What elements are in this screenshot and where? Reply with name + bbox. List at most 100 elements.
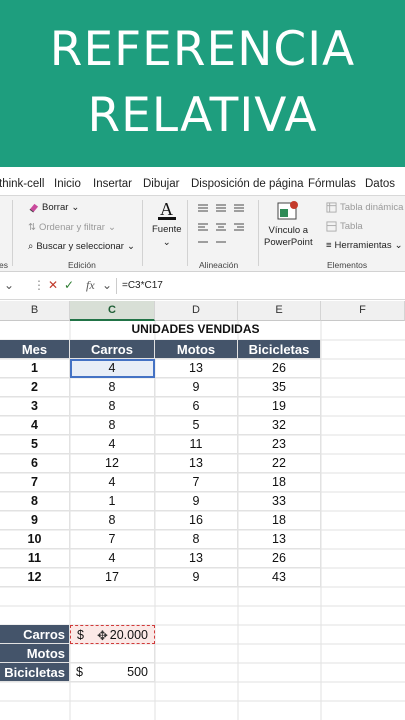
group-label-edicion: Edición (68, 260, 96, 270)
header-mes[interactable]: Mes (0, 340, 70, 359)
table-cell[interactable]: 17 (70, 568, 155, 587)
table-cell[interactable]: 33 (238, 492, 321, 511)
table-cell[interactable]: 23 (238, 435, 321, 454)
ordenar-filtrar-button[interactable]: ⇅ Ordenar y filtrar ⌄ (28, 222, 116, 233)
table-cell[interactable]: 8 (70, 397, 155, 416)
borrar-label: Borrar (42, 202, 69, 213)
table-cell[interactable]: 26 (238, 359, 321, 378)
header-motos[interactable]: Motos (155, 340, 238, 359)
cancel-icon[interactable]: ✕ (48, 278, 58, 292)
copy-source-cell[interactable]: $ ✥ 20.000 (70, 625, 155, 644)
borrar-button[interactable]: Borrar ⌄ (28, 202, 79, 213)
column-header-b[interactable]: B (0, 301, 70, 321)
row-month[interactable]: 4 (0, 416, 70, 435)
table-cell[interactable]: 13 (155, 454, 238, 473)
vinculo-powerpoint-button[interactable]: Vínculo a PowerPoint (264, 200, 313, 248)
table-cell[interactable]: 26 (238, 549, 321, 568)
table-cell[interactable]: 4 (70, 473, 155, 492)
summary-cell-motos[interactable] (70, 644, 155, 663)
summary-label-motos[interactable]: Motos (0, 644, 70, 663)
table-cell[interactable]: 7 (155, 473, 238, 492)
more-options-icon[interactable]: ⋮ (33, 278, 45, 292)
summary-label-bicicletas[interactable]: Bicicletas (0, 663, 70, 682)
powerpoint-link-icon (277, 201, 299, 220)
column-header-d[interactable]: D (155, 301, 238, 321)
spreadsheet-grid: UNIDADES VENDIDAS Mes Carros Motos Bicic… (0, 321, 405, 720)
row-month[interactable]: 9 (0, 511, 70, 530)
chevron-down-icon[interactable]: ⌄ (4, 278, 14, 292)
table-cell[interactable]: 19 (238, 397, 321, 416)
tab-think-cell[interactable]: think-cell (0, 178, 44, 190)
table-cell[interactable]: 8 (155, 530, 238, 549)
table-cell[interactable]: 18 (238, 473, 321, 492)
column-header-f[interactable]: F (321, 301, 405, 321)
buscar-seleccionar-button[interactable]: ⌕ Buscar y seleccionar ⌄ (28, 241, 135, 252)
table-cell[interactable]: 12 (70, 454, 155, 473)
table-cell[interactable]: 8 (70, 416, 155, 435)
summary-cell-bicicletas[interactable]: $ 500 (70, 663, 155, 682)
table-cell[interactable]: 11 (155, 435, 238, 454)
banner-title-line-1: REFERENCIA (49, 22, 356, 77)
ribbon-separator (187, 200, 188, 266)
row-month[interactable]: 1 (0, 359, 70, 378)
table-cell[interactable]: 32 (238, 416, 321, 435)
summary-value-bicicletas: 500 (127, 665, 148, 679)
formula-input[interactable]: =C3*C17 (122, 280, 163, 291)
confirm-icon[interactable]: ✓ (64, 278, 74, 292)
table-cell[interactable]: 1 (70, 492, 155, 511)
table-cell[interactable]: 13 (238, 530, 321, 549)
formula-bar: ⌄ ⋮ ✕ ✓ fx ⌄ =C3*C17 (0, 273, 405, 300)
chevron-down-icon[interactable]: ⌄ (102, 278, 112, 292)
chevron-down-icon: ⌄ (162, 237, 171, 248)
row-month[interactable]: 6 (0, 454, 70, 473)
table-cell[interactable]: 9 (155, 568, 238, 587)
column-header-c[interactable]: C (70, 301, 155, 321)
table-cell[interactable]: 22 (238, 454, 321, 473)
group-label-elementos: Elementos (327, 260, 368, 270)
row-month[interactable]: 10 (0, 530, 70, 549)
tabla-dinamica-button[interactable]: Tabla dinámica (326, 202, 403, 213)
table-cell[interactable]: 35 (238, 378, 321, 397)
row-month[interactable]: 12 (0, 568, 70, 587)
row-month[interactable]: 5 (0, 435, 70, 454)
herramientas-button[interactable]: ≡ Herramientas ⌄ (326, 240, 403, 251)
table-cell[interactable]: 5 (155, 416, 238, 435)
table-cell[interactable]: 13 (155, 549, 238, 568)
fuente-button[interactable]: A Fuente ⌄ (152, 198, 182, 248)
tab-inicio[interactable]: Inicio (54, 178, 81, 190)
chevron-down-icon: ⌄ (107, 222, 116, 233)
table-cell[interactable]: 9 (155, 378, 238, 397)
table-cell[interactable]: 18 (238, 511, 321, 530)
table-cell[interactable]: 13 (155, 359, 238, 378)
tab-dibujar[interactable]: Dibujar (143, 178, 179, 190)
row-month[interactable]: 7 (0, 473, 70, 492)
column-header-e[interactable]: E (238, 301, 321, 321)
header-carros[interactable]: Carros (70, 340, 155, 359)
table-cell[interactable]: 7 (70, 530, 155, 549)
function-icon[interactable]: fx (86, 278, 95, 293)
selected-cell[interactable]: 4 (70, 359, 155, 378)
table-cell[interactable]: 4 (70, 435, 155, 454)
tab-disposicion[interactable]: Disposición de página (191, 178, 304, 190)
row-month[interactable]: 11 (0, 549, 70, 568)
table-cell[interactable]: 4 (70, 549, 155, 568)
svg-text:A: A (160, 199, 173, 219)
group-label-alineacion: Alineación (199, 260, 239, 270)
table-cell[interactable]: 16 (155, 511, 238, 530)
table-cell[interactable]: 8 (70, 378, 155, 397)
ribbon: es Borrar ⌄ ⇅ Ordenar y filtrar ⌄ ⌕ Buscar… (0, 196, 405, 272)
summary-label-carros[interactable]: Carros (0, 625, 70, 644)
table-cell[interactable]: 8 (70, 511, 155, 530)
table-cell[interactable]: 43 (238, 568, 321, 587)
ribbon-separator (12, 200, 13, 266)
table-cell[interactable]: 6 (155, 397, 238, 416)
tabla-button[interactable]: Tabla (326, 221, 363, 232)
row-month[interactable]: 2 (0, 378, 70, 397)
tab-formulas[interactable]: Fórmulas (308, 178, 356, 190)
tab-datos[interactable]: Datos (365, 178, 395, 190)
tab-insertar[interactable]: Insertar (93, 178, 132, 190)
table-cell[interactable]: 9 (155, 492, 238, 511)
row-month[interactable]: 3 (0, 397, 70, 416)
row-month[interactable]: 8 (0, 492, 70, 511)
header-bicicletas[interactable]: Bicicletas (238, 340, 321, 359)
